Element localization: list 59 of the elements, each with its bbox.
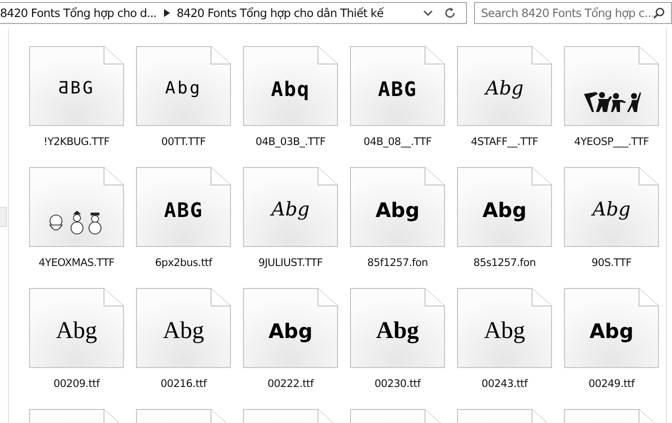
font-file-icon[interactable] xyxy=(136,288,231,368)
file-name[interactable]: 04B_08__.TTF xyxy=(363,136,432,148)
chevron-right-icon xyxy=(164,9,170,17)
font-file-icon[interactable] xyxy=(457,46,552,126)
font-preview: ABG xyxy=(378,79,418,100)
font-file-icon[interactable] xyxy=(243,288,338,368)
scroll-thumb[interactable] xyxy=(0,207,7,227)
font-file-icon[interactable] xyxy=(29,288,124,368)
file-name[interactable]: 4YEOXMAS.TTF xyxy=(38,257,114,269)
file-name[interactable]: 00222.ttf xyxy=(268,378,314,390)
font-preview: Abg xyxy=(592,200,631,220)
file-name[interactable]: 6px2bus.ttf xyxy=(155,257,212,269)
file-name[interactable]: !Y2KBUG.TTF xyxy=(44,136,110,148)
refresh-icon[interactable] xyxy=(444,7,456,19)
search-icon[interactable] xyxy=(653,7,665,19)
font-preview: Abg xyxy=(376,319,419,344)
font-file-icon[interactable] xyxy=(350,288,445,368)
font-file-icon[interactable] xyxy=(243,46,338,126)
file-name[interactable]: 4STAFF__.TTF xyxy=(470,136,538,148)
file-name[interactable]: 04B_03B_.TTF xyxy=(255,136,326,148)
font-preview: ƋBG xyxy=(58,80,95,98)
breadcrumb[interactable]: 8420 Fonts Tổng hợp cho d... xyxy=(0,6,157,20)
file-name[interactable]: 90S.TTF xyxy=(592,257,632,269)
font-file-icon[interactable] xyxy=(564,288,659,368)
font-file-icon[interactable] xyxy=(564,167,659,247)
font-preview: ABG xyxy=(164,200,204,220)
file-name[interactable]: 00249.ttf xyxy=(588,378,634,390)
font-file-icon[interactable] xyxy=(350,46,445,126)
file-name[interactable]: 85f1257.fon xyxy=(367,257,428,269)
font-preview: Abg xyxy=(485,80,524,99)
file-name[interactable]: 85s1257.fon xyxy=(473,257,536,269)
font-preview: Abg xyxy=(589,321,634,342)
font-file-icon[interactable] xyxy=(243,167,338,247)
font-file-icon[interactable] xyxy=(457,167,552,247)
font-preview: Abg xyxy=(375,200,420,220)
dancing-figures-icon xyxy=(582,90,642,114)
font-preview: Abg xyxy=(165,80,202,98)
font-file-icon[interactable] xyxy=(457,288,552,368)
file-name[interactable]: 00230.ttf xyxy=(374,378,420,390)
address-bar[interactable]: 8420 Fonts Tổng hợp cho d... 8420 Fonts Tổng hợp cho dân Thiết kế xyxy=(0,2,467,24)
breadcrumb[interactable]: 8420 Fonts Tổng hợp cho dân Thiết kế xyxy=(176,6,384,20)
font-file-icon[interactable] xyxy=(564,46,659,126)
file-name[interactable]: 4YEOSP___.TTF xyxy=(574,136,649,148)
font-preview: Abg xyxy=(268,321,313,342)
file-name[interactable]: 00243.ttf xyxy=(482,378,528,390)
font-preview: Abg xyxy=(482,200,527,220)
file-name[interactable]: 00TT.TTF xyxy=(161,136,206,148)
search-field[interactable]: Search 8420 Fonts Tổng hợp c... xyxy=(474,2,672,24)
file-name[interactable]: 00216.ttf xyxy=(160,378,206,390)
font-preview: Abg xyxy=(56,319,98,344)
font-preview: Abq xyxy=(270,79,310,100)
file-name[interactable]: 9JULIUST.TTF xyxy=(258,257,323,269)
font-file-icon[interactable] xyxy=(136,167,231,247)
font-preview: Abg xyxy=(271,200,310,220)
file-name[interactable]: 00209.ttf xyxy=(54,378,100,390)
dropdown-icon[interactable] xyxy=(423,10,433,16)
font-preview: Abg xyxy=(484,319,526,344)
font-preview: Abg xyxy=(162,319,204,344)
font-file-icon[interactable] xyxy=(350,167,445,247)
